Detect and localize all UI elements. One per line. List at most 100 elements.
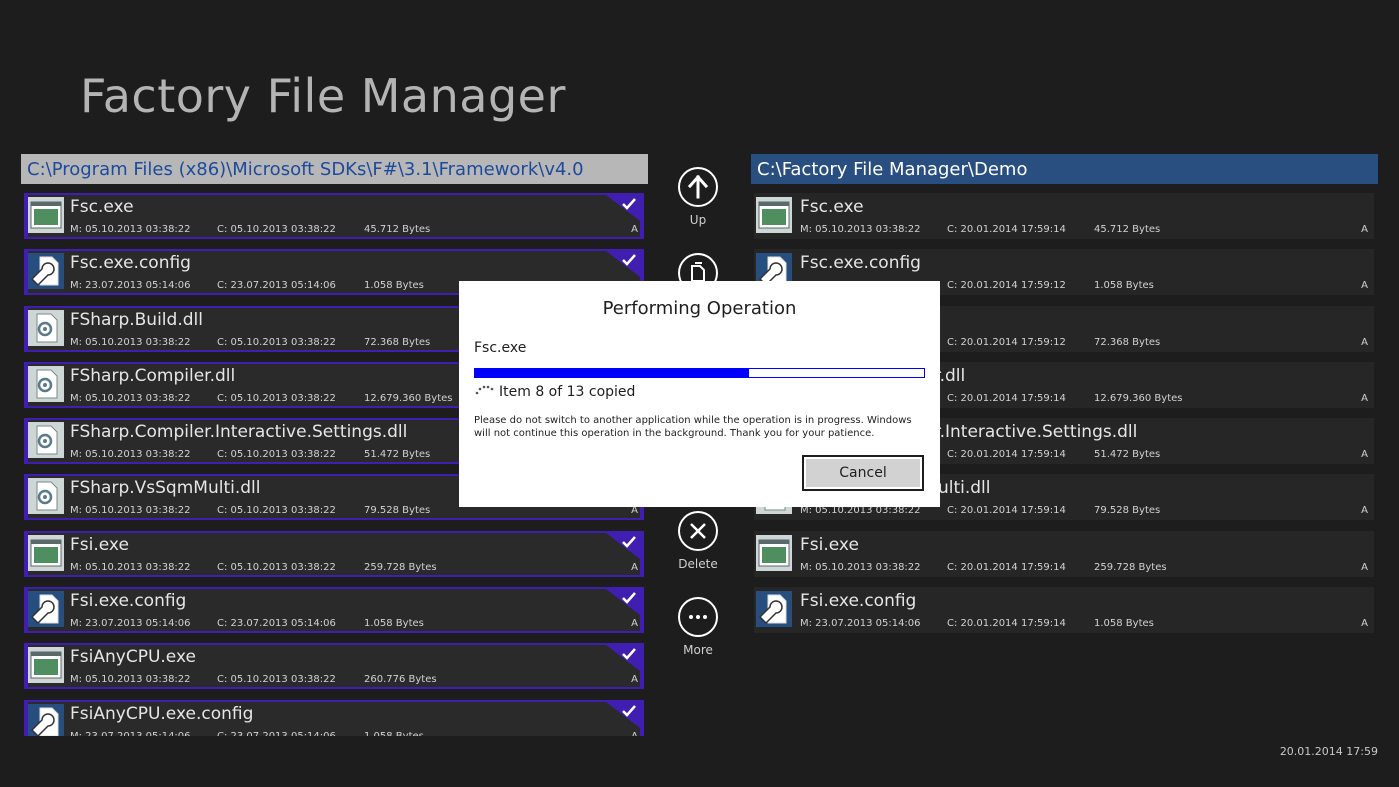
up-arrow-icon bbox=[678, 167, 718, 207]
file-created-date: C: 05.10.2013 03:38:22 bbox=[217, 561, 336, 573]
dll-file-icon bbox=[28, 422, 64, 459]
file-created-date: C: 23.07.2013 05:14:06 bbox=[217, 280, 336, 292]
file-name: Fsi.exe.config bbox=[70, 591, 187, 612]
delete-button[interactable]: Delete bbox=[676, 511, 720, 571]
file-row[interactable]: Fsi.exe.config M: 23.07.2013 05:14:06 C: 2… bbox=[754, 587, 1374, 634]
exe-file-icon bbox=[28, 197, 64, 233]
file-created-date: C: 23.07.2013 05:14:06 bbox=[217, 618, 336, 630]
file-name: Fsi.exe bbox=[800, 534, 859, 555]
file-name: FsiAnyCPU.exe.config bbox=[70, 703, 254, 724]
up-label: Up bbox=[689, 213, 707, 227]
dialog-current-file: Fsc.exe bbox=[474, 340, 527, 356]
file-modified-date: M: 05.10.2013 03:38:22 bbox=[70, 392, 191, 404]
selected-check-icon bbox=[606, 701, 640, 728]
file-meta: M: 23.07.2013 05:14:06 C: 23.07.2013 05:1… bbox=[70, 618, 514, 629]
file-row[interactable]: Fsi.exe M: 05.10.2013 03:38:22 C: 20.01.20… bbox=[754, 530, 1374, 577]
exe-file-icon bbox=[28, 647, 64, 684]
file-created-date: C: 05.10.2013 03:38:22 bbox=[217, 449, 336, 461]
file-meta: M: 05.10.2013 03:38:22 C: 05.10.2013 03:3… bbox=[70, 449, 514, 460]
left-path-bar[interactable]: C:\Program Files (x86)\Microsoft SDKs\F#… bbox=[21, 154, 648, 184]
more-button[interactable]: More bbox=[676, 597, 720, 657]
file-created-date: C: 20.01.2014 17:59:12 bbox=[947, 280, 1066, 292]
file-row[interactable]: Fsi.exe M: 05.10.2013 03:38:22 C: 05.10.20… bbox=[24, 530, 644, 577]
selected-check-icon bbox=[606, 251, 640, 278]
file-attribute: A bbox=[1361, 224, 1368, 235]
file-modified-date: M: 05.10.2013 03:38:22 bbox=[800, 224, 921, 235]
dialog-status: Item 8 of 13 copied bbox=[499, 384, 636, 400]
file-meta: M: 05.10.2013 03:38:22 C: 20.01.2014 17:5… bbox=[800, 505, 1244, 516]
file-attribute: A bbox=[1361, 449, 1368, 461]
file-size: 45.712 Bytes bbox=[364, 224, 431, 235]
dialog-title: Performing Operation bbox=[602, 298, 797, 319]
file-row[interactable]: FsiAnyCPU.exe M: 05.10.2013 03:38:22 C: 05… bbox=[24, 643, 644, 690]
file-attribute: A bbox=[1361, 392, 1368, 404]
file-modified-date: M: 23.07.2013 05:14:06 bbox=[70, 280, 191, 292]
cancel-button[interactable]: Cancel bbox=[802, 455, 924, 491]
file-size: 79.528 Bytes bbox=[1094, 505, 1161, 517]
file-size: 12.679.360 Bytes bbox=[1094, 392, 1183, 404]
delete-label: Delete bbox=[678, 557, 718, 571]
file-modified-date: M: 05.10.2013 03:38:22 bbox=[70, 505, 191, 517]
progress-fill bbox=[475, 369, 749, 377]
file-row[interactable]: Fsi.exe.config M: 23.07.2013 05:14:06 C: 2… bbox=[24, 587, 644, 634]
file-attribute: A bbox=[631, 561, 638, 573]
spinner-icon bbox=[474, 382, 496, 396]
file-created-date: C: 20.01.2014 17:59:12 bbox=[947, 336, 1066, 348]
file-modified-date: M: 05.10.2013 03:38:22 bbox=[800, 561, 921, 573]
selected-check-icon bbox=[606, 532, 640, 559]
file-name: Fsc.exe bbox=[70, 197, 134, 217]
file-modified-date: M: 05.10.2013 03:38:22 bbox=[70, 336, 191, 348]
file-meta: M: 23.07.2013 05:14:06 C: 20.01.2014 17:5… bbox=[800, 618, 1244, 629]
file-created-date: C: 20.01.2014 17:59:14 bbox=[947, 505, 1066, 517]
selected-check-icon bbox=[606, 645, 640, 672]
file-attribute: A bbox=[631, 731, 638, 736]
file-modified-date: M: 05.10.2013 03:38:22 bbox=[800, 505, 921, 517]
selected-check-icon bbox=[606, 589, 640, 616]
file-created-date: C: 20.01.2014 17:59:14 bbox=[947, 561, 1066, 573]
file-size: 45.712 Bytes bbox=[1094, 224, 1161, 235]
file-name: Fsc.exe.config bbox=[70, 253, 191, 274]
config-file-icon bbox=[756, 591, 792, 628]
file-created-date: C: 05.10.2013 03:38:22 bbox=[217, 674, 336, 686]
file-modified-date: M: 23.07.2013 05:14:06 bbox=[70, 731, 217, 736]
dll-file-icon bbox=[28, 478, 64, 515]
file-row[interactable]: Fsc.exe M: 05.10.2013 03:38:22 C: 05.10.20… bbox=[24, 193, 644, 239]
file-meta: M: 23.07.2013 05:14:06C: 23.07.2013 05:1… bbox=[70, 731, 514, 736]
file-attribute: A bbox=[631, 224, 638, 235]
app-title: Factory File Manager bbox=[80, 69, 566, 123]
file-name: FSharp.Compiler.Interactive.Settings.dll bbox=[70, 422, 408, 443]
file-modified-date: M: 05.10.2013 03:38:22 bbox=[70, 561, 191, 573]
file-name: FSharp.Build.dll bbox=[70, 309, 203, 330]
up-button[interactable]: Up bbox=[676, 167, 720, 227]
file-attribute: A bbox=[1361, 336, 1368, 348]
file-name: FSharp.VsSqmMulti.dll bbox=[70, 478, 261, 499]
dll-file-icon bbox=[28, 309, 64, 346]
file-modified-date: M: 23.07.2013 05:14:06 bbox=[800, 618, 921, 630]
file-created-date: C: 05.10.2013 03:38:22 bbox=[217, 505, 336, 517]
right-path-bar[interactable]: C:\Factory File Manager\Demo bbox=[751, 154, 1378, 184]
file-meta: M: 05.10.2013 03:38:22 C: 20.01.2014 17:5… bbox=[800, 562, 1244, 573]
file-modified-date: M: 23.07.2013 05:14:06 bbox=[70, 618, 191, 630]
file-size: 51.472 Bytes bbox=[1094, 449, 1161, 461]
file-size: 72.368 Bytes bbox=[1094, 336, 1161, 348]
file-size: 79.528 Bytes bbox=[364, 505, 431, 517]
selected-check-icon bbox=[606, 195, 640, 221]
exe-file-icon bbox=[28, 534, 64, 571]
file-created-date: C: 05.10.2013 03:38:22 bbox=[217, 392, 336, 404]
config-file-icon bbox=[28, 591, 64, 628]
file-modified-date: M: 05.10.2013 03:38:22 bbox=[70, 674, 191, 686]
delete-x-icon bbox=[678, 511, 718, 551]
cancel-label: Cancel bbox=[806, 459, 920, 487]
file-size: 259.728 Bytes bbox=[364, 561, 437, 573]
file-row[interactable]: FsiAnyCPU.exe.config M: 23.07.2013 05:14:… bbox=[24, 699, 644, 736]
file-attribute: A bbox=[1361, 561, 1368, 573]
file-name: Fsi.exe bbox=[70, 534, 129, 555]
file-attribute: A bbox=[631, 674, 638, 686]
more-dots-icon bbox=[678, 597, 718, 637]
file-meta: M: 05.10.2013 03:38:22 C: 05.10.2013 03:3… bbox=[70, 674, 514, 685]
file-row[interactable]: Fsc.exe M: 05.10.2013 03:38:22 C: 20.01.20… bbox=[754, 193, 1374, 239]
file-size: 260.776 Bytes bbox=[364, 674, 437, 686]
file-name: Fsc.exe bbox=[800, 197, 864, 217]
file-name: FSharp.Compiler.dll bbox=[70, 365, 236, 386]
file-meta: M: 05.10.2013 03:38:22 C: 05.10.2013 03:3… bbox=[70, 393, 514, 404]
